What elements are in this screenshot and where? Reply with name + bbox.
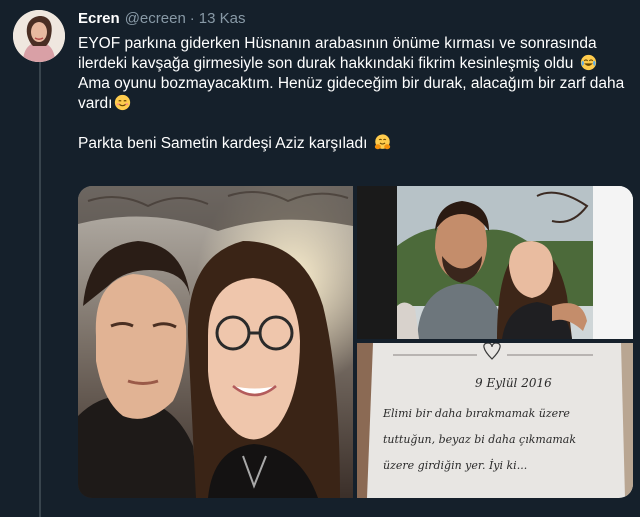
tweet-header: Ecren @ecreen · 13 Kas [78,10,246,30]
header-separator: · [189,10,195,27]
tweet-date[interactable]: 13 Kas [199,10,246,27]
tweet-paragraph-3-text: Parkta beni Sametin kardeşi Aziz karşıla… [78,135,368,152]
tweet-paragraph-1: EYOF parkına giderken Hüsnanın arabasını… [78,34,628,74]
note-date: 9 Eylül 2016 [475,376,552,390]
thread-line [39,62,41,517]
hugging-emoji-icon [374,134,391,151]
media-grid: 9 Eylül 2016 Elimi bir daha bırakmamak ü… [78,186,633,498]
couple-photo[interactable] [357,186,633,339]
avatar[interactable] [13,10,65,62]
tweet-paragraph-2: Ama oyunu bozmayacaktım. Henüz gideceğim… [78,74,628,114]
handwritten-note-photo[interactable]: 9 Eylül 2016 Elimi bir daha bırakmamak ü… [357,343,633,498]
note-line-3: üzere girdiğin yer. İyi ki... [383,458,527,472]
smiling-emoji-icon [114,94,131,111]
tweet-text: EYOF parkına giderken Hüsnanın arabasını… [78,34,628,154]
display-name[interactable]: Ecren [78,10,120,27]
tweet-paragraph-1-text: EYOF parkına giderken Hüsnanın arabasını… [78,35,597,72]
joy-emoji-icon [580,54,597,71]
note-line-2: tuttuğun, beyaz bi daha çıkmamak [383,433,576,446]
tweet-paragraph-3: Parkta beni Sametin kardeşi Aziz karşıla… [78,134,628,154]
tweet-paragraph-2-text: Ama oyunu bozmayacaktım. Henüz gideceğim… [78,75,625,112]
selfie-photo[interactable] [78,186,353,498]
note-line-1: Elimi bir daha bırakmamak üzere [382,407,570,420]
user-handle[interactable]: @ecreen [125,10,186,27]
